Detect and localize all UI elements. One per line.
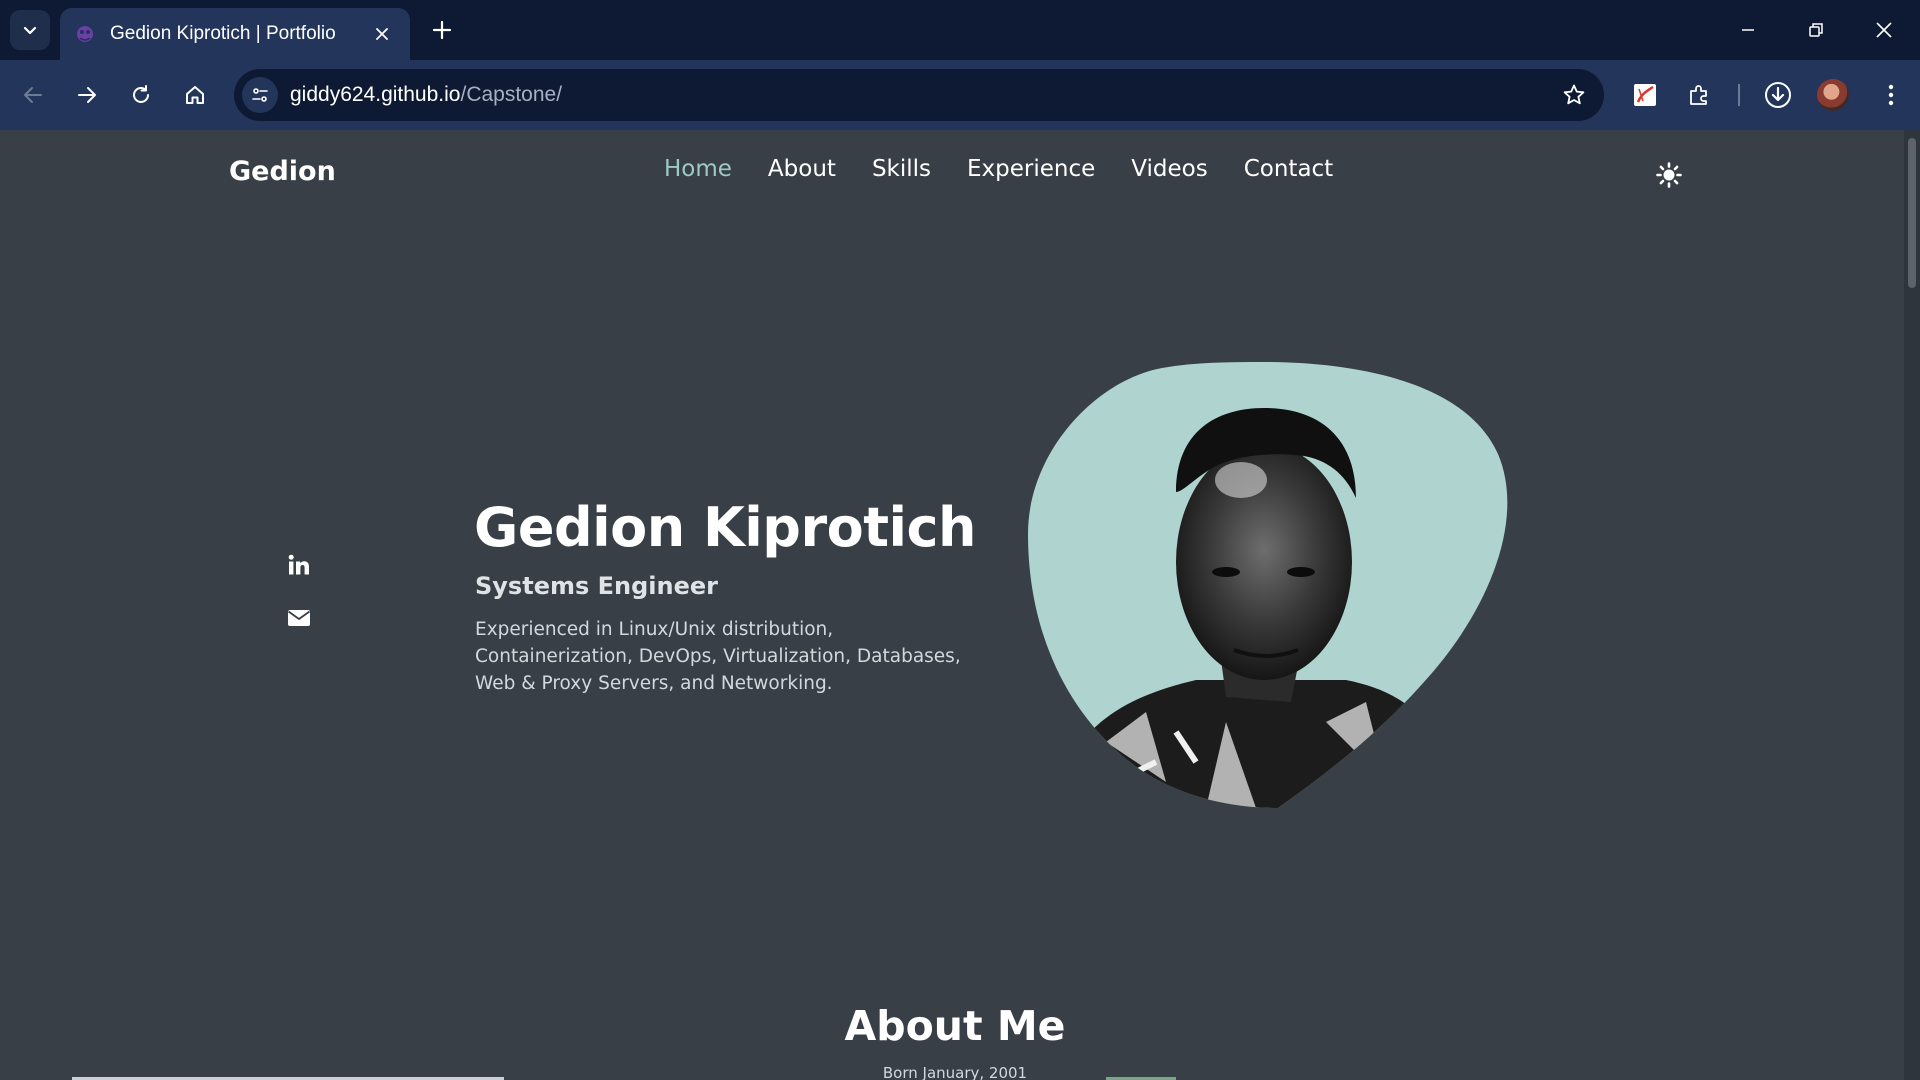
about-title: About Me <box>844 1002 1066 1050</box>
hero-role: Systems Engineer <box>475 572 718 600</box>
toolbar-separator <box>1738 84 1740 106</box>
sun-icon <box>1656 162 1682 188</box>
minimize-icon <box>1742 29 1754 31</box>
browser-tab[interactable]: Gedion Kiprotich | Portfolio <box>60 8 410 60</box>
nav-link-contact[interactable]: Contact <box>1244 156 1333 182</box>
site-info-icon[interactable] <box>242 77 278 113</box>
pdf-extension-icon[interactable] <box>1624 74 1666 116</box>
more-icon[interactable] <box>1870 74 1912 116</box>
favicon-icon <box>74 23 96 45</box>
nav-link-videos[interactable]: Videos <box>1131 156 1207 182</box>
window-close-button[interactable] <box>1850 0 1918 60</box>
extensions-icon[interactable] <box>1678 74 1720 116</box>
nav-link-skills[interactable]: Skills <box>872 156 931 182</box>
reload-button[interactable] <box>120 74 162 116</box>
home-button[interactable] <box>174 74 216 116</box>
nav-link-home[interactable]: Home <box>664 156 732 182</box>
forward-icon <box>78 87 96 103</box>
address-bar[interactable]: giddy624.github.io/Capstone/ <box>234 69 1604 121</box>
browser-toolbar: giddy624.github.io/Capstone/ <box>0 60 1920 130</box>
main-nav: Home About Skills Experience Videos Cont… <box>664 156 1369 182</box>
nav-link-about[interactable]: About <box>768 156 836 182</box>
reload-icon <box>133 85 149 103</box>
linkedin-icon <box>288 554 309 575</box>
theme-toggle-button[interactable] <box>1654 160 1684 190</box>
restore-icon <box>1809 23 1823 37</box>
download-icon[interactable] <box>1757 74 1799 116</box>
site-logo[interactable]: Gedion <box>229 156 336 187</box>
email-link[interactable] <box>282 601 316 635</box>
forward-button[interactable] <box>66 74 108 116</box>
nav-link-experience[interactable]: Experience <box>967 156 1095 182</box>
url-path: /Capstone/ <box>460 83 563 106</box>
hero-description: Experienced in Linux/Unix distribution, … <box>475 619 961 694</box>
chevron-down-icon <box>23 26 37 35</box>
restore-button[interactable] <box>1782 0 1850 60</box>
linkedin-link[interactable] <box>282 548 316 582</box>
close-icon[interactable] <box>368 20 396 48</box>
profile-photo <box>1026 362 1510 808</box>
profile-avatar[interactable] <box>1817 79 1849 111</box>
back-icon <box>24 87 42 103</box>
tab-title: Gedion Kiprotich | Portfolio <box>110 23 336 44</box>
envelope-icon <box>287 610 311 626</box>
browser-tabstrip: Gedion Kiprotich | Portfolio <box>0 0 1920 60</box>
page-viewport: Gedion Home About Skills Experience Vide… <box>0 130 1904 1080</box>
home-icon <box>186 86 204 104</box>
url-text[interactable]: giddy624.github.io/Capstone/ <box>290 69 562 121</box>
scrollbar-thumb[interactable] <box>1908 138 1916 288</box>
star-icon[interactable] <box>1558 79 1590 111</box>
back-button[interactable] <box>12 74 54 116</box>
hero-name: Gedion Kiprotich <box>474 496 976 559</box>
url-host: giddy624.github.io <box>290 83 461 106</box>
new-tab-button[interactable] <box>424 12 460 48</box>
plus-icon <box>432 20 452 40</box>
minimize-button[interactable] <box>1714 0 1782 60</box>
window-close-icon <box>1876 22 1892 38</box>
scrollbar[interactable] <box>1904 130 1920 1080</box>
tab-list-button[interactable] <box>10 10 50 50</box>
